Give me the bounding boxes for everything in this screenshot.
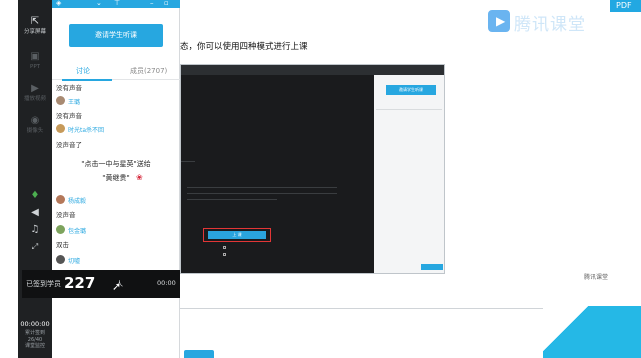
gift-notice-recipient: "黄继贵"	[102, 174, 130, 182]
signin-count: 227	[64, 274, 96, 292]
message-user: 杨成毅	[68, 198, 87, 205]
text-line	[187, 193, 337, 194]
tab-discussion[interactable]: 讨论	[76, 66, 90, 76]
active-tab-indicator	[62, 79, 112, 81]
embedded-invite-button: 邀请学生听课	[386, 85, 436, 95]
fullscreen-icon[interactable]: ⤢	[18, 241, 52, 253]
minimize-window-icon[interactable]: –	[150, 0, 154, 8]
panel-tabs: 讨论 成员(2707)	[52, 64, 180, 80]
embedded-titlebar	[181, 65, 444, 75]
play-video-icon: ▶	[31, 83, 39, 94]
camera-icon: ◉	[30, 115, 40, 126]
text-line	[187, 187, 337, 188]
send-button[interactable]	[184, 350, 214, 358]
gift-notice: "点击一中与星英"送给	[81, 160, 151, 168]
divider	[181, 161, 195, 162]
android-icon[interactable]: ♦	[18, 190, 52, 202]
class-timer: 00:00:00	[20, 320, 50, 328]
left-toolbar: ⇱ 分享屏幕 ▣ PPT ▶ 播放视频 ◉ 摄像头 ♦ ◀ ♫ ⤢ 00:00:…	[18, 0, 52, 358]
play-video-label: 播放视频	[23, 96, 46, 102]
embedded-checkbox	[223, 246, 226, 249]
message-user: 切嘘	[68, 258, 81, 265]
avatar	[56, 124, 65, 133]
music-icon[interactable]: ♫	[18, 224, 52, 236]
logo-text: 腾讯课堂	[514, 15, 586, 35]
share-screen-label: 分享屏幕	[23, 29, 46, 35]
message-text: 没有声音	[56, 84, 82, 92]
ppt-button[interactable]: ▣ PPT	[18, 52, 52, 71]
speaker-icon[interactable]: ◀	[18, 207, 52, 219]
panel-titlebar: ◈ ⌄ ⊤ – ▫	[52, 0, 180, 8]
play-video-button[interactable]: ▶ 播放视频	[18, 84, 52, 103]
mouse-cursor-icon: ➚	[112, 280, 122, 293]
message-list: 没有声音 王璐 没有声音 时光ta杀不回 没声音了 "点击一中与星英"送给 "黄…	[52, 82, 180, 272]
embedded-screenshot: 邀请学生听课 上 课	[180, 64, 445, 274]
app-icon: ◈	[56, 0, 62, 7]
embedded-sidebar	[374, 75, 444, 273]
class-stats: 累计签到 26/40 课堂监控	[18, 330, 52, 350]
highlight-box	[203, 228, 271, 242]
share-screen-button[interactable]: ⇱ 分享屏幕	[18, 17, 52, 36]
message-user: 时光ta杀不回	[68, 127, 105, 134]
stats-line-3: 课堂监控	[24, 343, 45, 349]
message-text: 没有声音	[56, 112, 82, 120]
signin-label: 已签到学员	[26, 280, 61, 288]
signin-bar: 已签到学员 227 人 00:00	[22, 270, 180, 298]
camera-label: 摄像头	[26, 128, 44, 134]
signin-timer: 00:00	[157, 279, 176, 287]
discussion-panel: ◈ ⌄ ⊤ – ▫ 邀请学生听课 讨论 成员(2707) 没有声音 王璐 没有声…	[52, 0, 214, 358]
message-text: 双击	[56, 241, 69, 249]
avatar	[56, 255, 65, 264]
minimize-icon[interactable]: ⌄	[96, 0, 102, 8]
tab-members[interactable]: 成员(2707)	[130, 66, 167, 76]
message-text: 没声音了	[56, 141, 82, 149]
embedded-stage	[181, 75, 374, 273]
invite-students-button[interactable]: 邀请学生听课	[69, 24, 163, 47]
embedded-tab-divider	[376, 109, 442, 110]
rose-gift-icon: ❀	[136, 173, 143, 182]
message-text: 没声音	[56, 211, 76, 219]
pdf-tag: PDF	[610, 0, 641, 12]
bottom-banner	[543, 306, 641, 358]
camera-button[interactable]: ◉ 摄像头	[18, 116, 52, 135]
pin-icon[interactable]: ⊤	[114, 0, 120, 8]
avatar	[56, 195, 65, 204]
restore-window-icon[interactable]: ▫	[164, 0, 169, 8]
avatar	[56, 225, 65, 234]
play-icon: ▶	[496, 14, 506, 28]
message-user: 包金璐	[68, 228, 87, 235]
text-line	[187, 199, 277, 200]
share-screen-icon: ⇱	[30, 16, 40, 27]
screen: ⇱ 分享屏幕 ▣ PPT ▶ 播放视频 ◉ 摄像头 ♦ ◀ ♫ ⤢ 00:00:…	[0, 0, 641, 358]
mini-logo: 腾讯课堂	[584, 274, 609, 281]
avatar	[56, 96, 65, 105]
embedded-send-button	[421, 264, 443, 270]
slide-title: 态，你可以使用四种模式进行上课	[180, 42, 308, 52]
ppt-label: PPT	[30, 64, 40, 70]
ppt-icon: ▣	[30, 51, 40, 62]
embedded-checkbox	[223, 253, 226, 256]
message-user: 王璐	[68, 99, 81, 106]
